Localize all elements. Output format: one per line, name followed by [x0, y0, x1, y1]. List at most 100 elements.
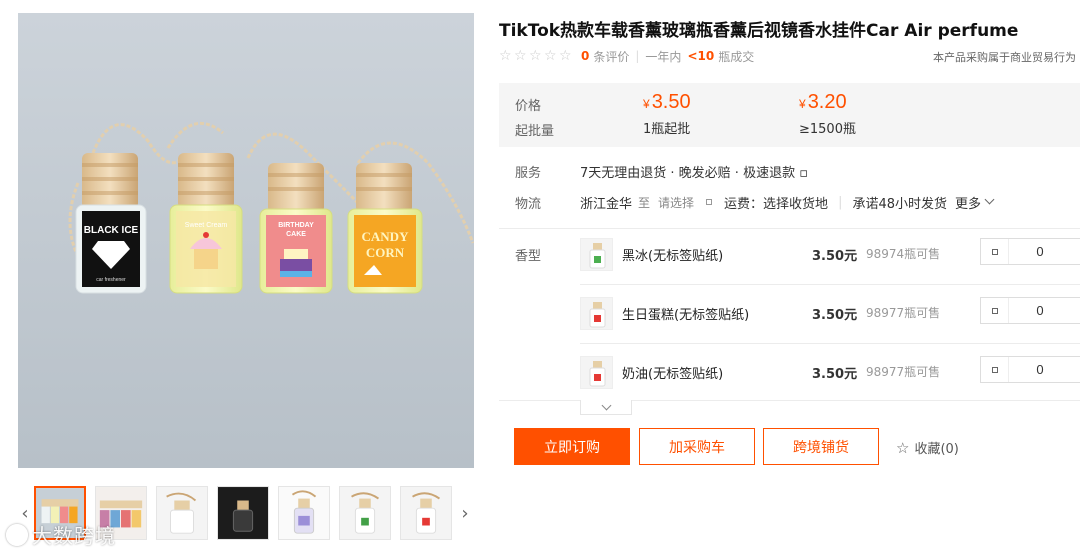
variant-thumbnail[interactable]: [580, 297, 613, 330]
decrement-button[interactable]: [981, 357, 1009, 382]
variant-label: 香型: [515, 249, 542, 264]
variant-price: 3.50元: [812, 308, 858, 323]
thumbnail-next-arrow[interactable]: ›: [458, 486, 472, 540]
star-outline-icon: ☆: [896, 438, 910, 457]
main-product-image[interactable]: BLACK ICE car freshener Sweet Cream BIRT…: [18, 13, 474, 468]
logistics-label: 物流: [515, 196, 542, 212]
variant-row: 生日蛋糕(无标签贴纸) 3.50元 98977瓶可售: [580, 284, 1080, 343]
favorite-button[interactable]: ☆ 收藏(0): [896, 438, 959, 458]
logistics-to: 至: [638, 195, 651, 210]
moq-label: 起批量: [515, 124, 555, 139]
variant-stock: 98977瓶可售: [866, 365, 941, 379]
dropdown-icon[interactable]: [706, 199, 713, 205]
tier-price: 3.20: [807, 91, 847, 113]
logistics-row: 物流 浙江金华 至 请选择 运费：选择收货地 | 承诺48小时发货 更多: [499, 192, 1080, 212]
variant-swatch: [594, 374, 601, 381]
review-count[interactable]: 0: [581, 49, 589, 63]
quantity-stepper: [980, 238, 1080, 265]
star-icon: ☆: [544, 48, 557, 64]
variant-thumbnail[interactable]: [580, 356, 613, 389]
minus-icon: [991, 248, 998, 255]
add-to-cart-button[interactable]: 加采购车: [639, 428, 755, 465]
tier-moq: 1瓶起批: [643, 122, 691, 137]
quantity-input[interactable]: [1010, 239, 1070, 264]
watermark-text: 大数跨境: [32, 524, 116, 548]
bottle-birthday-cake: BIRTHDAY CAKE: [259, 163, 333, 294]
svg-text:BLACK ICE: BLACK ICE: [84, 225, 139, 236]
decrement-button[interactable]: [981, 239, 1009, 264]
cross-border-button[interactable]: 跨境铺货: [763, 428, 879, 465]
variant-name: 奶油(无标签贴纸): [622, 367, 724, 382]
quantity-stepper: [980, 356, 1080, 383]
quantity-input[interactable]: [1010, 298, 1070, 323]
quantity-input[interactable]: [1010, 357, 1070, 382]
quantity-stepper: [980, 297, 1080, 324]
shipping-promise: 承诺48小时发货: [852, 196, 947, 212]
period-label: 一年内: [645, 49, 682, 64]
sold-label: 瓶成交: [718, 49, 755, 64]
star-icon: ☆: [514, 48, 527, 64]
watermark: 大数跨境: [6, 520, 116, 549]
svg-text:BIRTHDAY: BIRTHDAY: [278, 222, 314, 229]
shipping-fee: 运费：选择收货地: [724, 196, 829, 212]
variant-row: 奶油(无标签贴纸) 3.50元 98977瓶可售: [580, 343, 1080, 402]
price-tier-2: ¥3.20 ≥1500瓶: [799, 91, 856, 137]
tier-price: 3.50: [651, 91, 691, 113]
star-icon: ☆: [499, 48, 512, 64]
thumbnail-7[interactable]: [400, 486, 452, 540]
chevron-down-icon: [601, 400, 611, 410]
star-icon: ☆: [559, 48, 572, 64]
product-title: TikTok热款车载香薰玻璃瓶香薰后视镜香水挂件Car Air perfume: [499, 21, 1019, 41]
bottle-sweet-cream: Sweet Cream: [169, 153, 243, 294]
watermark-logo-icon: [6, 523, 28, 546]
svg-text:CANDY: CANDY: [362, 229, 410, 244]
price-label: 价格: [515, 99, 542, 114]
minus-icon: [991, 307, 998, 314]
service-label: 服务: [515, 165, 542, 181]
product-photo: BLACK ICE car freshener Sweet Cream BIRT…: [18, 13, 474, 468]
bottle-black-ice: BLACK ICE car freshener: [75, 153, 147, 294]
thumbnail-3[interactable]: [156, 486, 208, 540]
buy-now-button[interactable]: 立即订购: [514, 428, 630, 465]
service-text[interactable]: 7天无理由退货 · 晚发必赔 · 极速退款 ▫: [580, 162, 808, 181]
price-box: 价格 起批量 ¥3.50 1瓶起批 ¥3.20 ≥1500瓶: [499, 83, 1080, 147]
decrement-button[interactable]: [981, 298, 1009, 323]
currency-symbol: ¥: [643, 97, 650, 111]
variant-row: 黑冰(无标签贴纸) 3.50元 98974瓶可售: [580, 225, 1080, 284]
variant-thumbnail[interactable]: [580, 238, 613, 271]
destination-select[interactable]: 请选择: [658, 194, 694, 211]
divider: |: [635, 49, 640, 63]
svg-text:CORN: CORN: [366, 245, 405, 260]
rating-row: ☆ ☆ ☆ ☆ ☆ 0 条评价 | 一年内 <10 瓶成交 本产品采购属于商业贸…: [499, 47, 1080, 65]
variant-name: 生日蛋糕(无标签贴纸): [622, 308, 750, 323]
price-tier-1: ¥3.50 1瓶起批: [643, 91, 691, 137]
bottle-candy-corn: CANDY CORN: [347, 163, 423, 294]
variant-price: 3.50元: [812, 249, 858, 264]
variant-swatch: [594, 315, 601, 322]
minus-icon: [991, 366, 998, 373]
variant-stock: 98974瓶可售: [866, 247, 941, 261]
variant-swatch: [594, 256, 601, 263]
variant-price: 3.50元: [812, 367, 858, 382]
variant-name: 黑冰(无标签贴纸): [622, 249, 724, 264]
favorite-label: 收藏(0): [914, 442, 959, 457]
svg-text:CAKE: CAKE: [286, 231, 306, 238]
rating-stars: ☆ ☆ ☆ ☆ ☆: [499, 49, 573, 63]
svg-text:Sweet Cream: Sweet Cream: [185, 222, 228, 229]
thumbnail-5[interactable]: [278, 486, 330, 540]
more-link[interactable]: 更多: [955, 193, 981, 212]
logistics-origin: 浙江金华: [580, 196, 633, 212]
chevron-down-icon[interactable]: [984, 194, 995, 204]
thumbnail-6[interactable]: [339, 486, 391, 540]
expand-variants-toggle[interactable]: [580, 400, 632, 415]
business-note: 本产品采购属于商业贸易行为: [933, 51, 1076, 64]
variant-stock: 98977瓶可售: [866, 306, 941, 320]
service-row: 服务 7天无理由退货 · 晚发必赔 · 极速退款 ▫: [499, 161, 1080, 181]
sold-count: <10: [687, 49, 715, 63]
svg-text:car freshener: car freshener: [96, 277, 126, 283]
currency-symbol: ¥: [799, 97, 806, 111]
thumbnail-4[interactable]: [217, 486, 269, 540]
review-label[interactable]: 条评价: [593, 48, 629, 65]
star-icon: ☆: [529, 48, 542, 64]
divider: |: [838, 194, 843, 210]
